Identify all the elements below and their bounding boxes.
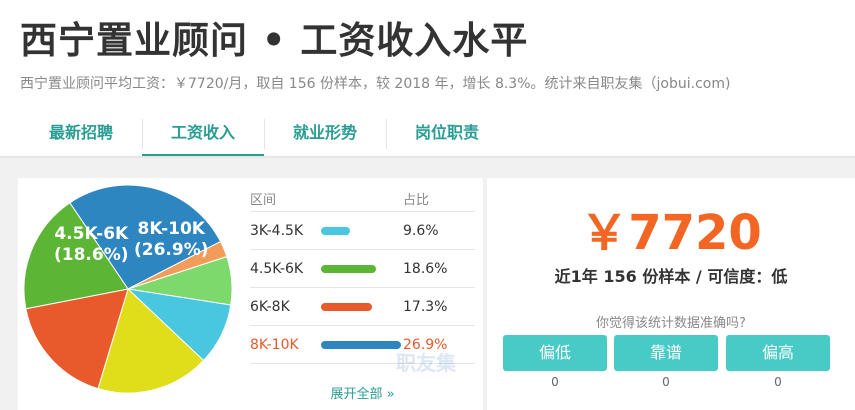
page-header: 西宁置业顾问 • 工资收入水平 西宁置业顾问平均工资：￥7720/月，取自 15… [0,0,855,158]
accuracy-question: 你觉得该统计数据准确吗? [596,316,746,331]
row-ratio: 9.6% [403,223,439,239]
tab-duties[interactable]: 岗位职责 [386,113,508,158]
row-bar [321,265,376,273]
row-ratio: 18.6% [403,261,448,277]
table-header: 区间 占比 [250,187,475,212]
vote-accurate-count: 0 [662,375,670,389]
header-range: 区间 [250,193,277,208]
pie-label-8k-10k: 8K-10K (26.9%) [134,219,209,261]
row-range: 3K-4.5K [250,223,304,239]
page-title: 西宁置业顾问 • 工资收入水平 [20,19,529,62]
tab-latest-jobs[interactable]: 最新招聘 [20,113,142,158]
tab-employment[interactable]: 就业形势 [264,113,386,158]
page-subtitle: 西宁置业顾问平均工资：￥7720/月，取自 156 份样本，较 2018 年，增… [20,76,731,92]
sample-info: 近1年 156 份样本 / 可信度：低 [554,267,788,286]
vote-low-button[interactable]: 偏低 [503,335,607,371]
expand-all-link[interactable]: 展开全部 » [250,383,475,402]
tab-bar: 最新招聘 工资收入 就业形势 岗位职责 [20,113,508,158]
pie-label-4-5k-6k-range: 4.5K-6K [54,224,129,244]
pie-label-4-5k-6k: 4.5K-6K (18.6%) [54,224,129,266]
row-range: 4.5K-6K [250,261,304,277]
row-bar [321,227,350,235]
row-ratio: 17.3% [403,299,448,315]
row-range: 8K-10K [250,337,299,353]
table-row: 6K-8K 17.3% [250,288,475,326]
row-range: 6K-8K [250,299,290,315]
vote-low-count: 0 [551,375,559,389]
watermark: 职友集 [396,351,456,375]
row-bar [321,341,401,349]
salary-range-table: 区间 占比 3K-4.5K 9.6% 4.5K-6K 18.6% 6K-8K 1… [250,187,475,364]
salary-pie-chart [23,184,233,394]
table-row: 4.5K-6K 18.6% [250,250,475,288]
vote-high-count: 0 [774,375,782,389]
pie-label-4-5k-6k-pct: (18.6%) [54,245,129,265]
vote-high-button[interactable]: 偏高 [726,335,830,371]
header-ratio: 占比 [403,193,430,208]
pie-label-8k-10k-pct: (26.9%) [134,240,209,260]
table-row: 3K-4.5K 9.6% [250,212,475,250]
row-bar [321,303,372,311]
vote-accurate-button[interactable]: 靠谱 [614,335,718,371]
pie-label-8k-10k-range: 8K-10K [137,219,205,239]
average-salary: ￥7720 [580,205,762,261]
tab-salary[interactable]: 工资收入 [142,113,264,158]
